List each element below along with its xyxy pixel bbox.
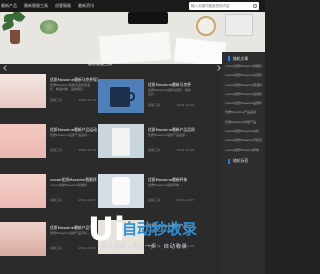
article-thumbnail[interactable]: [0, 124, 46, 158]
sidebar-heading-label: 随机文章: [233, 55, 249, 61]
calculator-image: [225, 14, 253, 36]
sidebar-item[interactable]: coooe优质Moswine品质杯: [225, 99, 265, 108]
paper-image: [173, 37, 227, 64]
search-input[interactable]: [189, 2, 249, 10]
article-date: 2024-12-09: [78, 98, 96, 102]
article-excerpt: coooe优质Moswine智能杯...: [50, 183, 90, 187]
article-date: 2024-12-08: [176, 148, 194, 152]
article-meta: 猿猴工具 2024-12-08: [50, 148, 96, 152]
article-thumbnail[interactable]: [98, 124, 144, 158]
article-card[interactable]: 优质Moswine最新马克杯保温杯 优质Moswine最新马克杯保温杯，精选材质…: [0, 74, 98, 110]
notebook-image: [99, 31, 171, 64]
article-date: 2024-12-07: [78, 198, 96, 202]
glass-image: [196, 16, 216, 36]
sidebar-item[interactable]: coooe优质Moswine手机壳: [225, 136, 265, 145]
article-thumbnail[interactable]: [0, 74, 46, 108]
article-meta: 猿猴工具 2024-12-07: [50, 198, 96, 202]
article-excerpt: 优质Moswine最新马克杯，简约设计...: [148, 88, 192, 96]
article-meta: 猿猴工具 2024-12-09: [50, 98, 96, 102]
sidebar-item[interactable]: coooe优质Moswine杯体: [225, 146, 265, 155]
watermark-subtitle: 网上排名 · 先行一步 · 自动收录: [102, 244, 188, 250]
article-thumbnail[interactable]: [0, 222, 46, 256]
phone-image: [128, 12, 168, 24]
article-date: 2024-12-07: [176, 198, 194, 202]
article-meta: 猿猴工具 2024-12-07: [148, 198, 194, 202]
article-excerpt: 优质Moswine最新产品运动...: [50, 133, 90, 137]
article-tag[interactable]: 猿猴工具: [148, 103, 160, 107]
article-date: 2024-12-08: [78, 148, 96, 152]
sidebar-item[interactable]: 优质Moswine智能产品: [225, 118, 265, 127]
sidebar-heading-2: 随机标签: [222, 155, 265, 165]
heading-accent-bar: [228, 158, 230, 164]
sidebar-item[interactable]: coooe优质Moswine智能杯: [225, 62, 265, 71]
article-card[interactable]: 优质Moswine最新马克杯 优质Moswine最新马克杯，简约设计... 猿猴…: [98, 79, 194, 115]
article-meta: 猿猴工具 2024-12-08: [148, 148, 194, 152]
article-tag[interactable]: 猿猴工具: [50, 148, 62, 152]
sidebar-item[interactable]: 优质Moswine产品运动: [225, 108, 265, 117]
article-card[interactable]: 优质Moswine最新产品运动 优质Moswine最新产品运动... 猿猴工具 …: [0, 124, 97, 160]
nav-item-products[interactable]: 最新产品: [1, 3, 17, 9]
article-tag[interactable]: 猿猴工具: [50, 98, 62, 102]
sidebar-heading: 随机文章: [222, 52, 265, 62]
pot-image: [10, 30, 20, 44]
nav-item-tools[interactable]: 最新猿猴工具: [24, 3, 48, 9]
section-title: 最新猿猴工具: [88, 61, 112, 66]
sidebar-item[interactable]: coooe优质Moswine马克杯: [225, 71, 265, 80]
heading-accent-bar: [228, 56, 230, 61]
nav-item-makers[interactable]: 创客猿猴: [55, 3, 71, 9]
sidebar-item[interactable]: coooe优质Moswine保温杯: [225, 81, 265, 90]
article-thumbnail[interactable]: [0, 174, 46, 208]
sidebar-list: coooe优质Moswine智能杯 coooe优质Moswine马克杯 cooo…: [222, 62, 265, 155]
search-icon[interactable]: [253, 3, 257, 8]
nav-item-news[interactable]: 最新资讯: [78, 3, 94, 9]
watermark-title: 自动秒收录: [122, 220, 198, 238]
article-tag[interactable]: 猿猴工具: [50, 246, 62, 250]
sidebar-item[interactable]: coooe优质Moswine运动杯: [225, 90, 265, 99]
search-box: [189, 2, 259, 10]
article-excerpt: 优质Moswine最新杯体...: [148, 183, 182, 187]
article-thumbnail[interactable]: [98, 79, 144, 113]
article-tag[interactable]: 猿猴工具: [50, 198, 62, 202]
top-nav: 最新产品 最新猿猴工具 创客猿猴 最新资讯: [0, 0, 265, 12]
article-tag[interactable]: 猿猴工具: [148, 198, 160, 202]
article-excerpt: 优质Moswine最新马克杯保温杯，精选材质，品质保证...: [50, 83, 91, 91]
succulent-image: [40, 20, 58, 34]
article-card[interactable]: 优质Moswine最新产品手机 优质Moswine最新产品手机... 猿猴工具 …: [0, 222, 97, 258]
article-card[interactable]: 优质Moswine最新产品品质 优质Moswine最新产品品质... 猿猴工具 …: [98, 124, 195, 160]
sidebar-item[interactable]: coooe优质Moswine水杯: [225, 127, 265, 136]
article-card[interactable]: coooe优质Moswine智能杯 coooe优质Moswine智能杯... 猿…: [0, 174, 97, 210]
sidebar-heading-2-label: 随机标签: [233, 158, 249, 164]
article-tag[interactable]: 猿猴工具: [148, 148, 160, 152]
article-card[interactable]: 优质Moswine最新杯体 优质Moswine最新杯体... 猿猴工具 2024…: [98, 174, 194, 210]
watermark: Ui 自动秒收录 网上排名 · 先行一步 · 自动收录: [88, 210, 268, 250]
article-date: 2024-12-09: [176, 103, 194, 107]
article-excerpt: 优质Moswine最新产品品质...: [148, 133, 188, 137]
article-thumbnail[interactable]: [98, 174, 144, 208]
article-meta: 猿猴工具 2024-12-09: [148, 103, 194, 107]
